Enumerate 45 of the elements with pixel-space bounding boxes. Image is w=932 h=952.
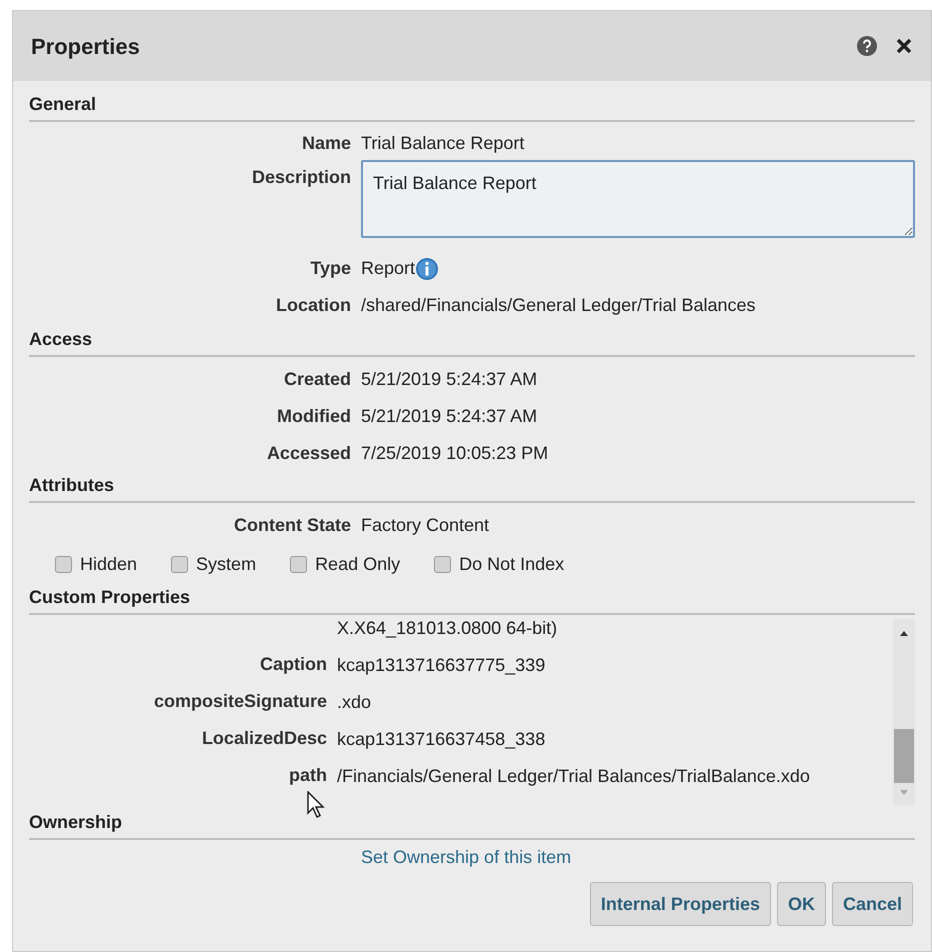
checkbox[interactable]: System — [171, 550, 256, 578]
field-label: Location — [275, 294, 351, 317]
field-label: Caption — [259, 653, 327, 676]
field-value: Factory Content — [361, 514, 490, 537]
scrollbar[interactable] — [893, 619, 915, 805]
field-value: Report — [361, 257, 416, 280]
field-label: Description — [250, 166, 351, 189]
field-value: kcap1313716637775_339 — [337, 654, 546, 677]
field-value: 7/25/2019 10:05:23 PM — [361, 442, 548, 465]
field-value: 5/21/2019 5:24:37 AM — [361, 368, 538, 391]
field-label: Accessed — [266, 442, 351, 465]
checkbox[interactable]: Do Not Index — [434, 550, 564, 578]
dialog-button[interactable]: OK — [776, 882, 826, 926]
field-label: path — [288, 764, 327, 787]
field-value: X.X64_181013.0800 64-bit) — [337, 616, 558, 640]
field-label: Type — [309, 257, 351, 280]
ownership-link[interactable]: Set Ownership of this item — [361, 844, 572, 872]
checkbox[interactable]: Read Only — [290, 550, 400, 578]
field-label: LocalizedDesc — [200, 727, 327, 750]
field-label: Created — [282, 368, 351, 391]
field-label: Content State — [233, 514, 351, 537]
field-label: compositeSignature — [152, 690, 327, 713]
field-value: /shared/Financials/General Ledger/Trial Balances — [361, 294, 756, 317]
section-heading: Custom Properties — [29, 587, 190, 607]
field-value: kcap1313716637458_338 — [337, 728, 546, 751]
description-field[interactable]: Trial Balance Report — [361, 160, 915, 238]
section-heading: Access — [29, 329, 92, 349]
checkbox[interactable]: Hidden — [55, 550, 138, 578]
field-label: Name — [300, 132, 351, 154]
dialog-button[interactable]: Cancel — [832, 882, 913, 926]
mouse-pointer-icon — [307, 791, 327, 819]
scroll-up-icon[interactable] — [899, 629, 909, 637]
field-value: Trial Balance Report — [361, 132, 524, 155]
field-label: Modified — [276, 405, 351, 428]
info-icon[interactable] — [415, 256, 440, 280]
dialog-title: Properties — [31, 32, 141, 61]
dialog-button[interactable]: Internal Properties — [590, 882, 771, 926]
field-value: 5/21/2019 5:24:37 AM — [361, 405, 538, 428]
field-value: .xdo — [337, 691, 372, 714]
section-heading: Attributes — [29, 475, 114, 495]
help-icon[interactable] — [857, 36, 877, 56]
section-heading: General — [29, 94, 96, 114]
field-value: /Financials/General Ledger/Trial Balances/TrialBalance.xdo — [337, 765, 811, 788]
section-heading: Ownership — [29, 812, 122, 832]
close-icon[interactable] — [895, 37, 913, 55]
